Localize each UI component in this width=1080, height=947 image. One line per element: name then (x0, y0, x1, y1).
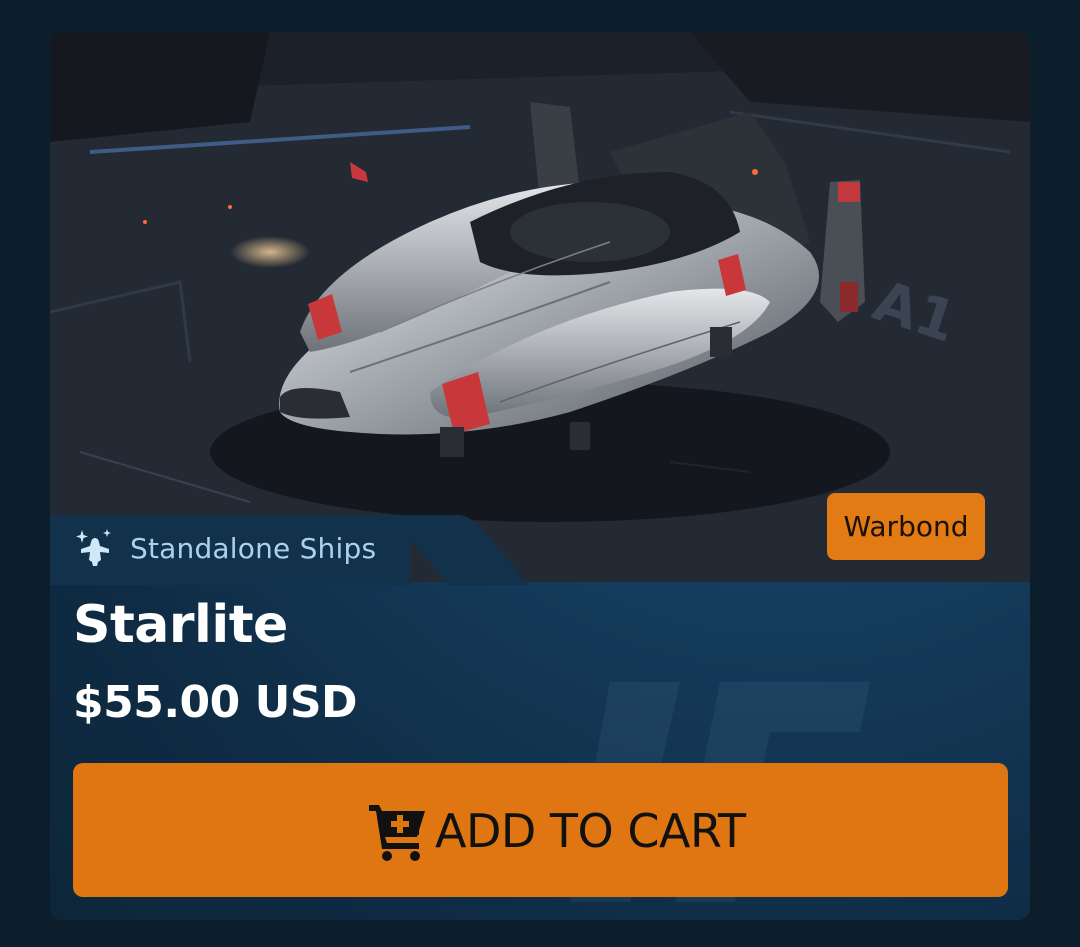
product-card[interactable]: A1 Warbond Standalone Ships Starlite $55… (50, 32, 1030, 920)
product-title: Starlite (73, 595, 288, 655)
ship-sparkle-icon (76, 529, 111, 566)
add-to-cart-label: ADD TO CART (435, 804, 746, 858)
warbond-badge: Warbond (827, 493, 985, 560)
product-price: $55.00 USD (73, 677, 358, 728)
ship-image[interactable]: A1 Warbond (50, 32, 1030, 582)
cart-plus-icon (369, 805, 425, 861)
add-to-cart-button[interactable]: ADD TO CART (73, 763, 1008, 897)
category-label[interactable]: Standalone Ships (130, 532, 376, 565)
